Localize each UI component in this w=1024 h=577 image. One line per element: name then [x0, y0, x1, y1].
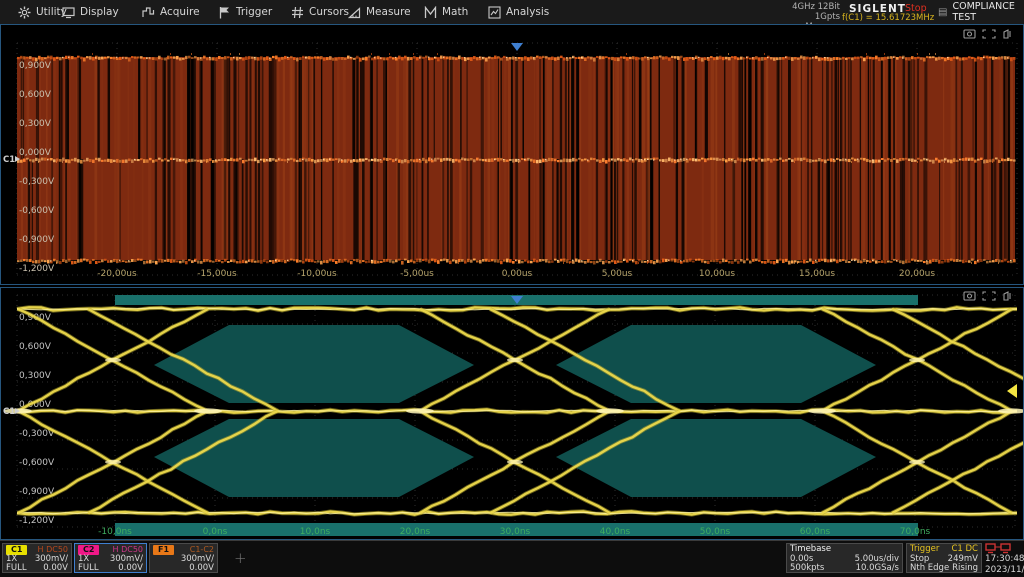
voltage-tick-label: -0,900V [19, 235, 55, 245]
time-tick-label: 60,0ns [800, 527, 831, 537]
channel-badge: F1 [153, 545, 174, 555]
time-tick-label: 0,0ns [203, 527, 228, 537]
menu-item-label: Analysis [506, 6, 549, 18]
voltage-tick-label: 0,000V [19, 148, 52, 158]
voltage-tick-label: -0,300V [19, 177, 55, 187]
menu-item-label: Acquire [160, 6, 200, 18]
channel-marker-label: C1 [3, 407, 15, 417]
time-tick-label: 40,0ns [600, 527, 631, 537]
app-mode-label: COMPLIANCE TEST [952, 1, 1024, 23]
trigger-box[interactable]: TriggerC1 DC Stop249mV Nth EdgeRising [906, 543, 982, 573]
voltage-tick-label: -1,200V [19, 516, 55, 526]
time-tick-label: 50,0ns [700, 527, 731, 537]
time-tick-label: -10,00us [297, 269, 337, 279]
menu-item-label: Measure [366, 6, 411, 18]
main-waveform-window[interactable]: 0,900V 0,600V 0,300V 0,000V -0,300V -0,600V -0… [0, 24, 1024, 285]
menu-item-label: Math [442, 6, 468, 18]
voltage-tick-label: 0,600V [19, 90, 52, 100]
menu-item-label: Trigger [236, 6, 272, 18]
clock-time: 17:30:48 [985, 554, 1023, 565]
time-tick-label: 10,0ns [300, 527, 331, 537]
time-tick-label: -15,00us [197, 269, 237, 279]
time-tick-label: -10,0ns [98, 527, 132, 537]
time-tick-label: 30,0ns [500, 527, 531, 537]
voltage-tick-label: -0,600V [19, 458, 55, 468]
measure-icon [348, 6, 361, 19]
frequency-measurement: f(C1) = 15.61723MHz [842, 13, 934, 23]
trigger-slope: Rising [952, 564, 978, 574]
add-channel-button[interactable]: + [234, 549, 247, 567]
memory-depth: 500kpts [790, 564, 824, 574]
time-tick-label: 10,00us [699, 269, 735, 279]
status-bar: C1H DC50 1X300mV/ FULL0.00V C2H DC50 1X3… [0, 540, 1024, 577]
time-tick-label: 70,0ns [900, 527, 931, 537]
offset-value: 0.00V [118, 564, 143, 574]
main-waveform-plot: 0,900V 0,600V 0,300V 0,000V -0,300V -0,600V -0… [1, 25, 1023, 284]
eye-diagram-window[interactable]: 0,900V0,600V0,300V0,000V-0,300V-0,600V-0… [0, 287, 1024, 540]
analysis-icon [488, 6, 501, 19]
network-icon[interactable] [985, 543, 1011, 554]
menu-bar: Utility Display Acquire Trigger Cursors … [0, 0, 1024, 25]
menu-item-utility[interactable]: Utility [18, 0, 67, 24]
trigger-type: Nth Edge [910, 564, 949, 574]
clock-block: 17:30:48 2023/11/1 [985, 543, 1023, 576]
clock-date: 2023/11/1 [985, 565, 1023, 576]
voltage-tick-label: 0,600V [19, 342, 52, 352]
menu-item-math[interactable]: Math [424, 0, 468, 24]
voltage-tick-label: -1,200V [19, 264, 55, 274]
channel-marker-label: C1 [3, 155, 15, 165]
menu-item-cursors[interactable]: Cursors [291, 0, 349, 24]
acquire-icon [142, 6, 155, 19]
time-tick-label: 0,00us [502, 269, 533, 279]
flag-icon [218, 6, 231, 19]
gear-icon [18, 6, 31, 19]
timebase-box[interactable]: Timebase 0.00s5.00us/div 500kpts10.0GSa/… [786, 543, 903, 573]
voltage-tick-label: 0,300V [19, 119, 52, 129]
menu-item-analysis[interactable]: Analysis [488, 0, 549, 24]
cursors-icon [291, 6, 304, 19]
channel-box-f1[interactable]: F1C1-C2 300mV/ 0.00V [149, 543, 218, 573]
time-tick-label: -5,00us [400, 269, 434, 279]
menu-item-label: Display [80, 6, 119, 18]
time-tick-label: 20,00us [899, 269, 935, 279]
menu-item-measure[interactable]: Measure [348, 0, 411, 24]
display-icon [62, 6, 75, 19]
main-waveform-trace [17, 53, 1016, 265]
menu-item-trigger[interactable]: Trigger [218, 0, 272, 24]
menu-item-acquire[interactable]: Acquire [142, 0, 200, 24]
time-tick-label: 20,0ns [400, 527, 431, 537]
bandwidth-value: FULL [78, 564, 99, 574]
bandwidth-value: FULL [6, 564, 27, 574]
menu-item-display[interactable]: Display [62, 0, 119, 24]
voltage-tick-label: -0,600V [19, 206, 55, 216]
sample-rate: 10.0GSa/s [856, 564, 899, 574]
math-icon [424, 6, 437, 19]
voltage-tick-label: 0,300V [19, 371, 52, 381]
eye-diagram-plot: 0,900V0,600V0,300V0,000V-0,300V-0,600V-0… [1, 288, 1023, 539]
compliance-test-button[interactable]: ▤ COMPLIANCE TEST [938, 0, 1024, 24]
offset-value: 0.00V [189, 564, 214, 574]
offset-value: 0.00V [43, 564, 68, 574]
clipboard-icon: ▤ [938, 7, 947, 18]
voltage-tick-label: 0,900V [19, 61, 52, 71]
time-tick-label: 5,00us [602, 269, 633, 279]
channel-box-c1[interactable]: C1H DC50 1X300mV/ FULL0.00V [2, 543, 72, 573]
time-tick-label: -20,00us [97, 269, 137, 279]
bandwidth-spec: 4GHz 12Bit [778, 2, 840, 12]
menu-item-label: Cursors [309, 6, 349, 18]
time-tick-label: 15,00us [799, 269, 835, 279]
channel-box-c2[interactable]: C2H DC50 1X300mV/ FULL0.00V [74, 543, 147, 573]
